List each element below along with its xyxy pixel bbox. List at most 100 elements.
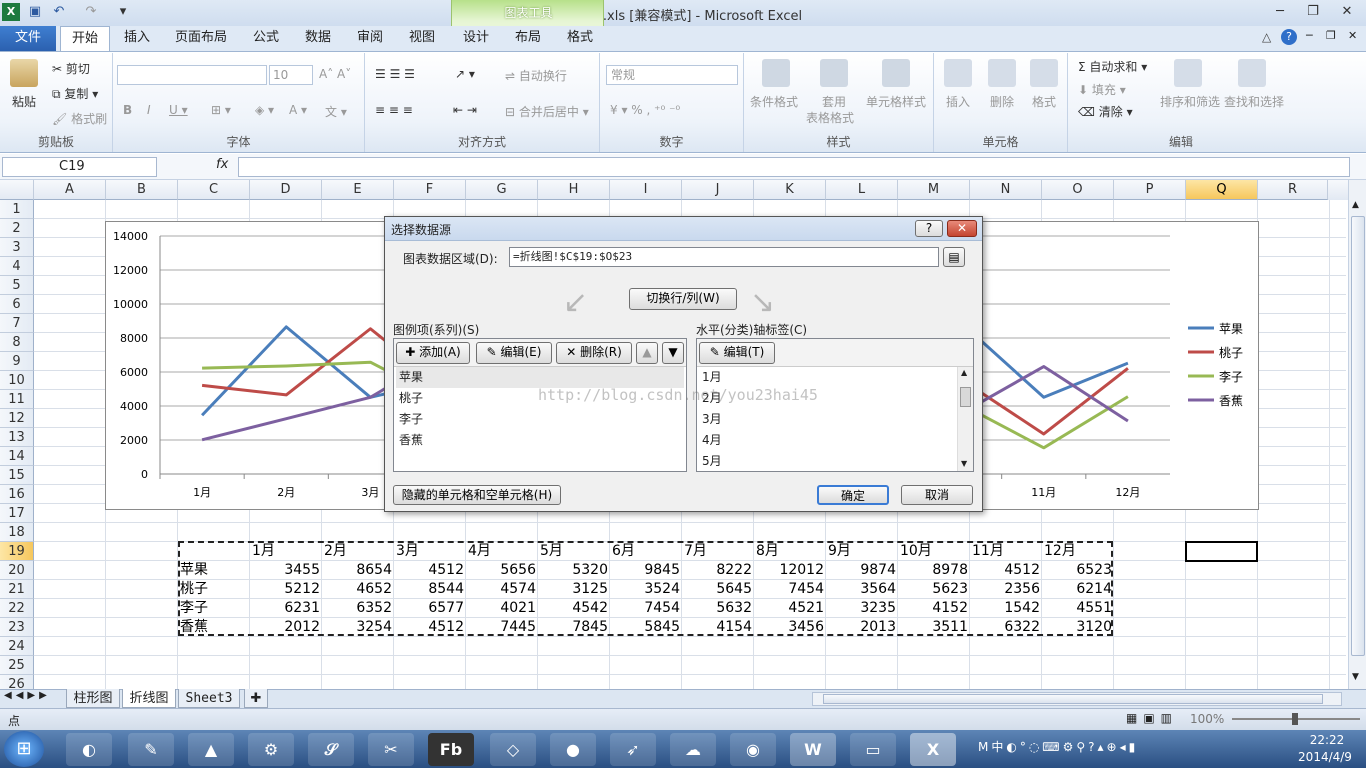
cut-button[interactable]: ✂ 剪切 (52, 60, 90, 77)
align-top-icon[interactable]: ☰ ☰ ☰ (375, 67, 415, 81)
switch-row-column-button[interactable]: 切换行/列(W) (629, 288, 737, 310)
zoom-slider-thumb[interactable] (1292, 713, 1298, 725)
insert-cells-icon[interactable] (944, 59, 972, 87)
row-header[interactable]: 2 (0, 219, 34, 238)
tab-review[interactable]: 审阅 (348, 26, 392, 52)
format-as-table-icon[interactable] (820, 59, 848, 87)
vscroll-thumb[interactable] (1351, 216, 1365, 656)
notes-app-icon[interactable]: ✎ (128, 733, 174, 766)
column-header[interactable]: Q (1186, 180, 1258, 200)
series-item[interactable]: 香蕉 (396, 430, 423, 451)
sheet-tab[interactable]: Sheet3 (178, 689, 240, 708)
column-header[interactable]: A (34, 180, 106, 200)
dialog-help-button[interactable]: ? (915, 220, 943, 237)
format-as-table-line2[interactable]: 表格格式 (806, 109, 854, 126)
view-mode-icons[interactable]: ▦▣▥ (1126, 711, 1178, 725)
tab-insert[interactable]: 插入 (114, 26, 160, 52)
series-item[interactable]: 李子 (396, 409, 423, 430)
row-header[interactable]: 11 (0, 390, 34, 409)
scroll-down-icon[interactable]: ▼ (961, 459, 967, 468)
data-range-input[interactable]: =折线图!$C$19:$O$23 (509, 247, 939, 267)
grow-font-icon[interactable]: A˄ A˅ (319, 67, 351, 81)
row-header[interactable]: 7 (0, 314, 34, 333)
zoom-level[interactable]: 100% (1190, 712, 1224, 726)
matlab-app-icon[interactable]: ▲ (188, 733, 234, 766)
category-item[interactable]: 3月 (699, 409, 722, 430)
tab-layout[interactable]: 布局 (506, 26, 550, 52)
add-series-button[interactable]: ✚ 添加(A) (396, 342, 470, 364)
row-header[interactable]: 14 (0, 447, 34, 466)
select-all-corner[interactable] (0, 180, 34, 200)
number-format-combo[interactable]: 常规 (606, 65, 738, 85)
tab-formulas[interactable]: 公式 (244, 26, 288, 52)
column-header[interactable]: O (1042, 180, 1114, 200)
font-size-combo[interactable]: 10 (269, 65, 313, 85)
tab-file[interactable]: 文件 (0, 26, 56, 52)
row-header[interactable]: 9 (0, 352, 34, 371)
close-icon[interactable]: ✕ (1332, 2, 1362, 22)
script-app-icon[interactable]: 𝒮 (308, 733, 354, 766)
column-header[interactable]: N (970, 180, 1042, 200)
row-header[interactable]: 15 (0, 466, 34, 485)
sheet-nav-icon[interactable]: ◀◀▶▶ (4, 690, 51, 701)
column-header[interactable]: G (466, 180, 538, 200)
firefox-app-icon[interactable]: ◉ (730, 733, 776, 766)
snipping-tool-icon[interactable]: ✂ (368, 733, 414, 766)
photo-viewer-icon[interactable]: ▭ (850, 733, 896, 766)
indent-icon[interactable]: ⇤ ⇥ (453, 103, 477, 117)
name-box[interactable]: C19 (2, 157, 157, 177)
category-item[interactable]: 4月 (699, 430, 722, 451)
ok-button[interactable]: 确定 (817, 485, 889, 505)
border-icon[interactable]: ⊞ ▾ (211, 103, 231, 117)
column-header[interactable]: K (754, 180, 826, 200)
row-header[interactable]: 3 (0, 238, 34, 257)
system-tray-icons[interactable]: M中◐°◌⌨⚙⚲?▴⊕◂▮ (978, 738, 1138, 755)
column-header[interactable]: D (250, 180, 322, 200)
underline-icon[interactable]: U ▾ (169, 103, 188, 117)
row-header[interactable]: 18 (0, 523, 34, 542)
column-header[interactable]: C (178, 180, 250, 200)
category-item[interactable]: 5月 (699, 451, 722, 472)
ribbon-collapse-icon[interactable]: △ (1262, 30, 1271, 44)
hidden-empty-cells-button[interactable]: 隐藏的单元格和空单元格(H) (393, 485, 561, 505)
row-header[interactable]: 17 (0, 504, 34, 523)
font-name-combo[interactable] (117, 65, 267, 85)
row-header[interactable]: 10 (0, 371, 34, 390)
workbook-close-icon[interactable]: ✕ (1348, 29, 1357, 42)
minimize-icon[interactable]: ─ (1265, 2, 1295, 22)
column-header[interactable]: M (898, 180, 970, 200)
help-icon[interactable]: ? (1281, 29, 1297, 45)
insert-sheet-icon[interactable]: ✚ (244, 689, 268, 708)
row-header[interactable]: 13 (0, 428, 34, 447)
row-header[interactable]: 8 (0, 333, 34, 352)
phonetic-icon[interactable]: 文 ▾ (325, 103, 347, 120)
column-header[interactable]: I (610, 180, 682, 200)
format-as-table-line1[interactable]: 套用 (822, 93, 846, 110)
column-header[interactable]: B (106, 180, 178, 200)
virtualbox-app-icon[interactable]: ◇ (490, 733, 536, 766)
active-cell-q19[interactable] (1185, 541, 1258, 562)
scroll-thumb[interactable] (960, 387, 971, 407)
column-header[interactable]: R (1258, 180, 1328, 200)
copy-button[interactable]: ⧉ 复制 ▾ (52, 85, 98, 102)
horizontal-scrollbar[interactable] (812, 692, 1342, 706)
orientation-icon[interactable]: ↗ ▾ (455, 67, 475, 81)
series-item[interactable]: 苹果 (396, 367, 684, 388)
bird-app-icon[interactable]: ➶ (610, 733, 656, 766)
collapse-dialog-icon[interactable]: ▤ (943, 247, 965, 267)
row-header[interactable]: 24 (0, 637, 34, 656)
tab-page-layout[interactable]: 页面布局 (168, 26, 234, 52)
column-header[interactable]: L (826, 180, 898, 200)
find-select-icon[interactable] (1238, 59, 1266, 87)
customize-qat-icon[interactable]: ▾ (114, 3, 132, 21)
font-color-icon[interactable]: A ▾ (289, 103, 307, 117)
column-header[interactable]: P (1114, 180, 1186, 200)
edit-axis-labels-button[interactable]: ✎ 编辑(T) (699, 342, 775, 364)
clock-time[interactable]: 22:22 (1296, 733, 1358, 747)
sheet-tab[interactable]: 柱形图 (66, 689, 120, 708)
cloud-app-icon[interactable]: ☁ (670, 733, 716, 766)
save-icon[interactable]: ▣ (26, 3, 44, 21)
sheet-tab-active[interactable]: 折线图 (122, 689, 176, 708)
tab-home[interactable]: 开始 (60, 26, 110, 52)
undo-icon[interactable]: ↶ (50, 3, 68, 21)
